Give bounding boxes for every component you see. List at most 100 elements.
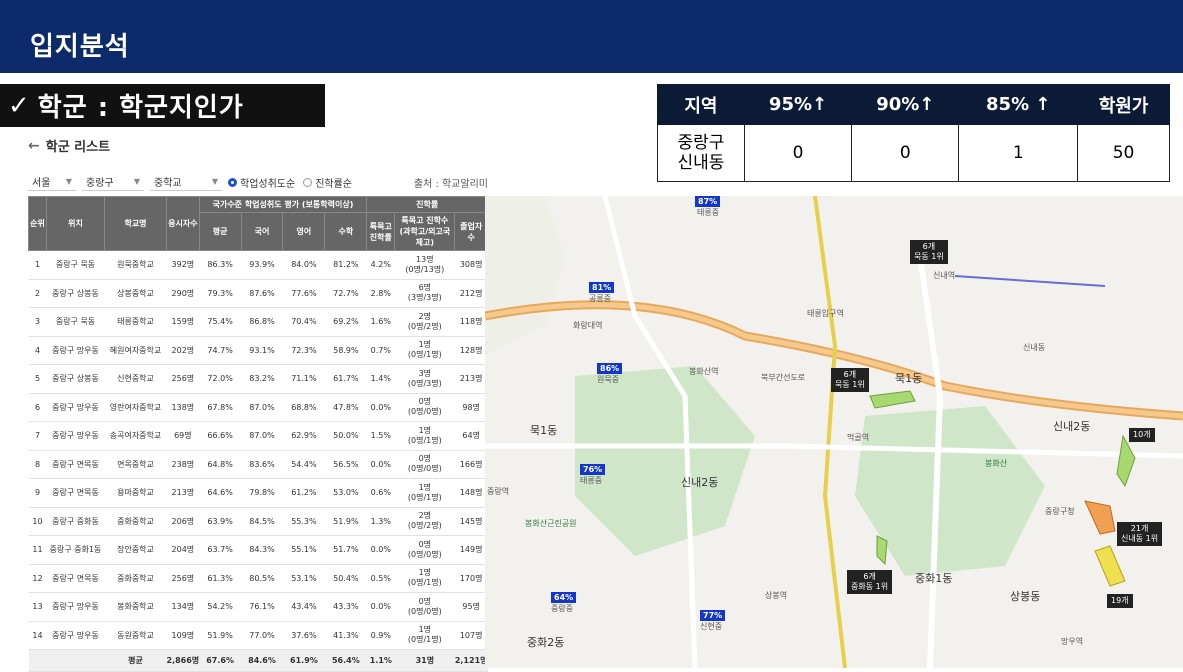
table-cell: 70.4%: [282, 307, 325, 337]
academy-count-badge[interactable]: 6개 중화동 1위: [847, 570, 893, 594]
table-cell: 84.5%: [241, 507, 283, 536]
table-cell: 69.2%: [324, 307, 367, 337]
table-cell: 50.0%: [324, 421, 367, 451]
map-label: 중화1동: [915, 572, 953, 585]
table-cell: 0.0%: [366, 535, 395, 565]
city-select[interactable]: 서울 ▼: [28, 173, 76, 191]
table-row[interactable]: 4 중랑구 망우동 혜원여자중학교 202명 74.7% 93.1% 72.3% 58.9% 0…: [28, 336, 488, 365]
special-count: 1명: [418, 568, 432, 578]
table-cell: 14: [28, 621, 47, 650]
map-label: 중랑역: [487, 487, 510, 496]
section-label: ✓ 학군 : 학군지인가: [0, 84, 325, 127]
table-cell: 원묵중학교: [104, 250, 167, 280]
table-row[interactable]: 3 중랑구 묵동 태릉중학교 159명 75.4% 86.8% 70.4% 69.2% 1.6%…: [28, 307, 488, 337]
table-cell: 53.1%: [282, 564, 325, 593]
map-label: 묵1동: [530, 424, 558, 437]
col-achievement: 국가수준 학업성취도 평가 (보통학력이상): [198, 196, 368, 213]
table-cell: 중랑구 묵동: [46, 250, 105, 280]
total-cell: 2,121명: [454, 649, 488, 672]
table-row[interactable]: 2 중랑구 상봉동 상봉중학교 290명 79.3% 87.6% 77.6% 72.7% 2.8…: [28, 279, 488, 308]
table-row[interactable]: 12 중랑구 면목동 중화중학교 256명 61.3% 80.5% 53.1% 50.4% 0.…: [28, 564, 488, 593]
radio-achievement[interactable]: 학업성취도순: [228, 175, 295, 190]
table-row[interactable]: 9 중랑구 면목동 용마중학교 213명 64.6% 79.8% 61.2% 53.0% 0.6…: [28, 478, 488, 508]
back-arrow-icon[interactable]: ←: [28, 138, 40, 154]
table-row[interactable]: 10 중랑구 중화동 중화중학교 206명 63.9% 84.5% 55.3% 51.9% 1.…: [28, 507, 488, 536]
special-breakdown: (0명/13명): [405, 264, 445, 274]
table-row[interactable]: 6 중랑구 망우동 영란여자중학교 138명 67.8% 87.0% 68.8% 47.8% 0…: [28, 393, 488, 422]
school-rate-flag[interactable]: 77%: [700, 610, 726, 621]
school-table: 순위 위치 학교명 응시자수 국가수준 학업성취도 평가 (보통학력이상) 진학…: [28, 196, 488, 672]
table-cell: 204명: [166, 535, 200, 565]
table-cell: 중랑구 묵동: [46, 307, 105, 337]
academy-count-badge[interactable]: 21개 신내동 1위: [1117, 522, 1163, 546]
map-label: 중랑구청: [1045, 507, 1075, 516]
school-rate-flag[interactable]: 76%: [580, 464, 606, 475]
table-row[interactable]: 11 중랑구 중화1동 장안중학교 204명 63.7% 84.3% 55.1% 51.7% 0…: [28, 535, 488, 565]
academy-count-badge[interactable]: 6개 묵동 1위: [910, 240, 948, 264]
table-cell: 1: [28, 250, 47, 280]
table-cell: 290명: [166, 279, 200, 308]
table-cell: 0.0%: [366, 393, 395, 422]
table-cell: 51.9%: [324, 507, 367, 536]
table-row[interactable]: 7 중랑구 망우동 송곡여자중학교 69명 66.6% 87.0% 62.9% 50.0% 1.…: [28, 421, 488, 451]
table-row[interactable]: 14 중랑구 망우동 동원중학교 109명 51.9% 77.0% 37.6% 41.3% 0.…: [28, 621, 488, 650]
table-cell: 0.7%: [366, 336, 395, 365]
table-cell: 동원중학교: [104, 621, 167, 650]
total-cell: [46, 649, 105, 672]
special-count-cell: 13명 (0명/13명): [394, 250, 455, 280]
col-special-count: 특목고 진학수 (과학고/외고국제고): [394, 212, 456, 251]
academy-count-badge[interactable]: 10개: [1129, 428, 1155, 442]
col-korean: 국어: [240, 212, 284, 251]
table-cell: 86.3%: [199, 250, 242, 280]
table-cell: 4: [28, 336, 47, 365]
level-value: 중학교: [154, 178, 182, 189]
map-label: 신내2동: [681, 476, 719, 489]
table-cell: 72.0%: [199, 364, 242, 394]
academy-count-badge[interactable]: 19개: [1107, 594, 1133, 608]
map-label: 망우역: [1061, 637, 1084, 646]
special-count-cell: 3명 (0명/3명): [394, 364, 455, 394]
academy-count-badge[interactable]: 6개 묵동 1위: [831, 368, 869, 392]
table-row[interactable]: 5 중랑구 상봉동 신현중학교 256명 72.0% 83.2% 71.1% 61.7% 1.4…: [28, 364, 488, 394]
level-select[interactable]: 중학교 ▼: [150, 173, 222, 191]
school-rate-flag[interactable]: 86%: [597, 363, 623, 374]
table-cell: 138명: [166, 393, 200, 422]
table-cell: 51.9%: [199, 621, 242, 650]
map-view[interactable]: 87% 태릉중 81% 공릉중 86% 원묵중 76% 태릉중 64% 중랑중 …: [485, 196, 1183, 668]
special-count-cell: 1명 (0명/1명): [394, 621, 455, 650]
check-icon: ✓: [8, 90, 30, 121]
table-row[interactable]: 8 중랑구 면목동 면목중학교 238명 64.8% 83.6% 54.4% 56.5% 0.0…: [28, 450, 488, 479]
school-rate-flag[interactable]: 87%: [695, 196, 721, 207]
table-cell: 1.4%: [366, 364, 395, 394]
table-cell: 47.8%: [324, 393, 367, 422]
table-cell: 0.6%: [366, 478, 395, 508]
table-cell: 95명: [454, 592, 488, 622]
map-label: 신내역: [933, 271, 956, 280]
list-title: 학군 리스트: [45, 140, 111, 155]
school-flag-label: 태릉중: [697, 208, 720, 217]
total-cell: 2,866명: [166, 649, 200, 672]
school-list-header: ← 학군 리스트: [28, 136, 111, 156]
school-rate-flag[interactable]: 64%: [551, 592, 577, 603]
table-cell: 0.0%: [366, 592, 395, 622]
district-select[interactable]: 중랑구 ▼: [82, 173, 144, 191]
col-school: 학교명: [104, 196, 167, 251]
table-row[interactable]: 13 중랑구 망우동 봉화중학교 134명 54.2% 76.1% 43.4% 43.3% 0.…: [28, 592, 488, 622]
radio-progression[interactable]: 진학률순: [303, 175, 352, 190]
summary-cell: 50: [1077, 124, 1170, 182]
count-rank: 신내동 1위: [1121, 534, 1159, 543]
table-cell: 중랑구 면목동: [46, 478, 105, 508]
col-progression: 진학률: [366, 196, 488, 213]
school-rate-flag[interactable]: 81%: [589, 282, 615, 293]
table-cell: 392명: [166, 250, 200, 280]
summary-header: 지역: [657, 84, 745, 125]
special-breakdown: (3명/3명): [407, 293, 442, 303]
table-cell: 0.9%: [366, 621, 395, 650]
table-cell: 74.7%: [199, 336, 242, 365]
total-cell: [28, 649, 47, 672]
table-row[interactable]: 1 중랑구 묵동 원묵중학교 392명 86.3% 93.9% 84.0% 81.2% 4.2%…: [28, 250, 488, 280]
table-cell: 79.8%: [241, 478, 283, 508]
table-cell: 61.3%: [199, 564, 242, 593]
table-cell: 77.0%: [241, 621, 283, 650]
table-cell: 93.1%: [241, 336, 283, 365]
